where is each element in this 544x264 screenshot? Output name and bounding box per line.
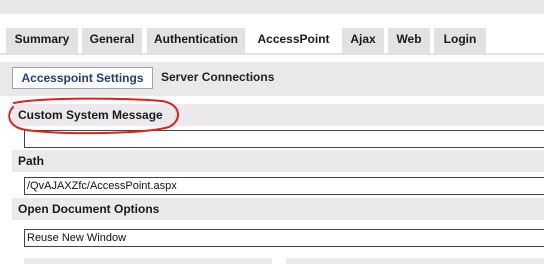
tab-web[interactable]: Web xyxy=(388,28,430,54)
tab-bar: Summary General Authentication AccessPoi… xyxy=(0,14,544,54)
bottom-panel-left xyxy=(24,258,272,264)
custom-system-message-label: Custom System Message xyxy=(12,104,544,126)
path-field[interactable]: /QvAJAXZfc/AccessPoint.aspx xyxy=(24,177,544,195)
subtab-accesspoint-settings[interactable]: Accesspoint Settings xyxy=(12,67,153,89)
top-band xyxy=(0,0,544,14)
tab-authentication[interactable]: Authentication xyxy=(147,28,245,54)
subtab-server-connections[interactable]: Server Connections xyxy=(161,67,291,89)
tab-summary[interactable]: Summary xyxy=(6,28,78,54)
custom-system-message-field[interactable] xyxy=(24,130,544,148)
tab-ajax[interactable]: Ajax xyxy=(342,28,384,54)
tab-general[interactable]: General xyxy=(82,28,142,54)
tab-login[interactable]: Login xyxy=(434,28,486,54)
open-document-options-select[interactable]: Reuse New Window xyxy=(24,229,544,247)
path-label: Path xyxy=(12,150,544,172)
tab-underline xyxy=(0,53,544,55)
tab-accesspoint[interactable]: AccessPoint xyxy=(249,24,338,54)
bottom-panel-right xyxy=(286,258,544,264)
open-document-options-label: Open Document Options xyxy=(12,198,544,220)
subtab-strip: Accesspoint Settings Server Connections xyxy=(0,62,544,96)
